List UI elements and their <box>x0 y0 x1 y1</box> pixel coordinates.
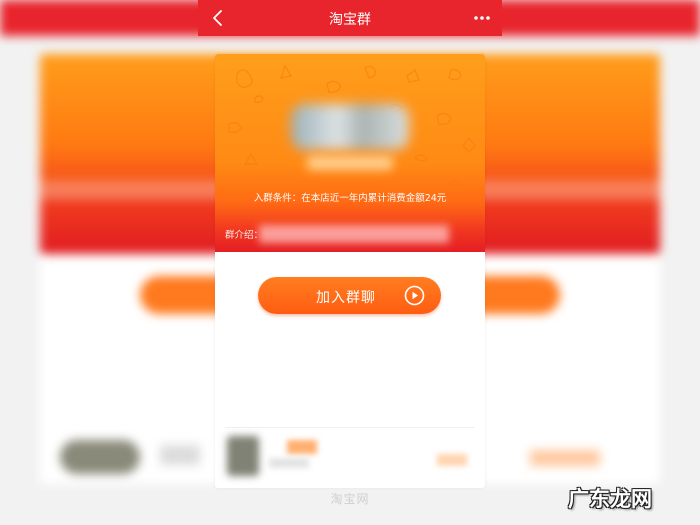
divider <box>225 427 475 428</box>
more-button[interactable] <box>470 8 494 28</box>
product-tag <box>287 440 317 454</box>
join-group-label: 加入群聊 <box>316 290 376 306</box>
more-horizontal-icon <box>474 16 490 20</box>
navbar: 淘宝群 <box>198 0 502 36</box>
play-circle-icon <box>404 285 425 306</box>
product-price-blurred <box>437 454 467 466</box>
group-intro-blurred-text <box>259 225 449 243</box>
group-hero: 入群条件：在本店近一年内累计消费金额24元 群介绍： <box>215 54 485 252</box>
page-title: 淘宝群 <box>329 12 371 28</box>
product-thumbnail[interactable] <box>227 436 259 476</box>
background-text <box>160 445 200 465</box>
group-intro-row: 群介绍： <box>225 225 475 243</box>
background-tag <box>530 450 600 466</box>
taobao-group-page: 淘宝群 入群条件：在本店近一年内累计消费金额24元 群介绍： 加入群聊 <box>198 0 502 525</box>
group-avatar <box>291 104 409 150</box>
join-group-button[interactable]: 加入群聊 <box>258 277 441 314</box>
background-thumbnail <box>60 440 140 474</box>
join-condition-text: 入群条件：在本店近一年内累计消费金额24元 <box>253 193 447 204</box>
group-name-blurred <box>307 156 393 170</box>
site-watermark: 广东龙网 <box>568 487 652 511</box>
group-panel: 入群条件：在本店近一年内累计消费金额24元 群介绍： 加入群聊 <box>215 54 485 488</box>
group-intro-label: 群介绍： <box>225 230 264 241</box>
product-title-blurred <box>269 458 309 468</box>
